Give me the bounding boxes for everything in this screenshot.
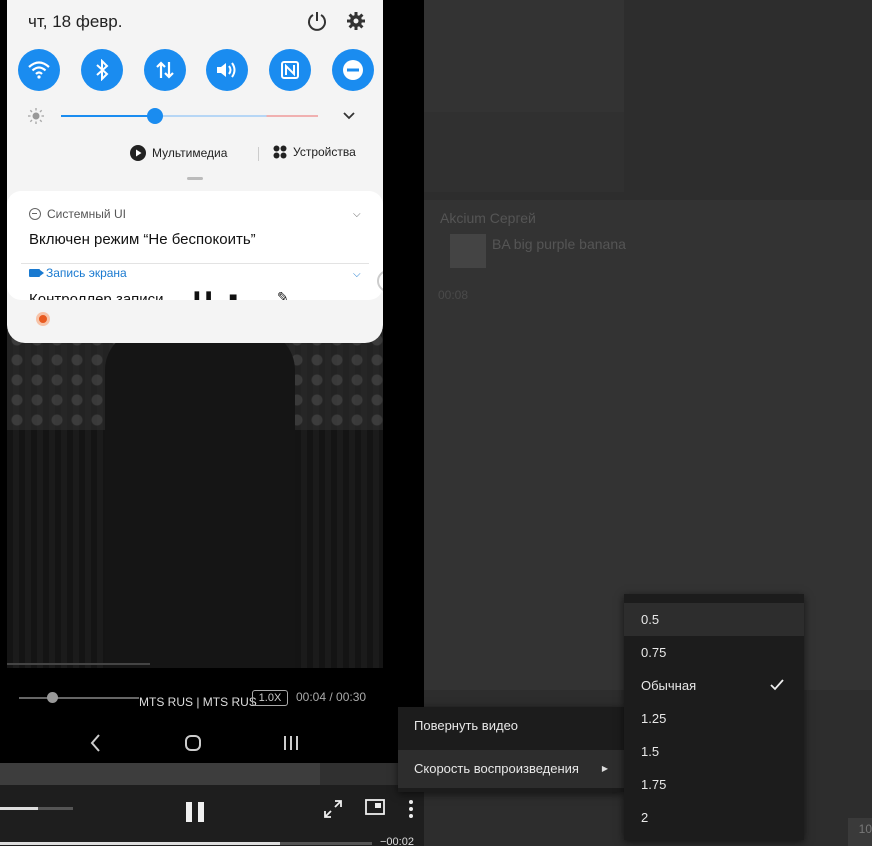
volume-icon [217, 62, 236, 78]
phone-seek-thumb[interactable] [47, 692, 58, 703]
player-strip [0, 763, 424, 785]
quick-settings [18, 49, 374, 91]
brightness-control [28, 106, 368, 126]
speed-option-label: 2 [641, 810, 649, 825]
speed-option[interactable]: 1.5 [624, 735, 804, 768]
speed-option-label: 1.25 [641, 711, 667, 726]
notification-header: Системный UI [29, 207, 126, 221]
speed-option[interactable]: 0.75 [624, 636, 804, 669]
playback-speed-item[interactable]: Скорость воспроизведения ▶ [398, 750, 624, 788]
data-transfer-icon [155, 61, 174, 79]
back-icon[interactable] [86, 733, 106, 753]
rotate-video-item[interactable]: Повернуть видео [398, 707, 624, 745]
check-icon [770, 679, 784, 691]
recorder-stop-icon[interactable]: ■ [229, 289, 237, 300]
notification-shade: чт, 18 февр. Мультимедиа Устройства Сист… [7, 0, 383, 343]
screen: Akcium Сергей BA big purple banana 00:08… [0, 0, 872, 846]
background-card [424, 0, 624, 112]
recorder-pause-icon[interactable]: ❚❚ [191, 289, 214, 300]
time-label: 00:04 / 00:30 [296, 690, 367, 704]
do-not-disturb-icon [342, 60, 363, 80]
brightness-slider-thumb[interactable] [147, 108, 163, 124]
speed-option[interactable]: 2 [624, 801, 804, 834]
minus-circle-icon [29, 208, 41, 220]
devices-label: Устройства [293, 145, 356, 159]
mobile-data-toggle[interactable] [143, 49, 186, 91]
media-label: Мультимедиа [152, 146, 228, 160]
phone-seek-track[interactable] [19, 697, 139, 699]
video-frame-line [7, 663, 150, 665]
context-menu: Повернуть видео Скорость воспроизведения… [398, 707, 624, 792]
volume-fill [0, 807, 38, 810]
speed-option-label: 1.5 [641, 744, 660, 759]
wifi-toggle[interactable] [18, 49, 60, 91]
home-icon[interactable] [183, 733, 203, 753]
background-thumbnail [450, 234, 486, 268]
speed-option[interactable]: 0.5 [624, 603, 804, 636]
speed-option[interactable]: 1.75 [624, 768, 804, 801]
recorder-draw-icon[interactable]: ✎ [277, 289, 289, 300]
notification-app: Запись экрана [46, 266, 127, 280]
rotate-video-label: Повернуть видео [414, 718, 519, 733]
seek-bar-fill [0, 842, 280, 845]
devices-grid-icon [273, 145, 287, 159]
divider [21, 263, 369, 264]
carrier-label: MTS RUS | MTS RUS [139, 695, 257, 709]
media-button[interactable]: Мультимедиа [130, 145, 227, 161]
wifi-icon [28, 61, 50, 79]
chevron-down-icon[interactable] [342, 110, 356, 122]
nfc-toggle[interactable] [269, 49, 312, 91]
video-player[interactable]: чт, 18 февр. Мультимедиа Устройства Сист… [0, 0, 424, 846]
playback-speed-label: Скорость воспроизведения [414, 761, 579, 776]
bluetooth-toggle[interactable] [80, 49, 123, 91]
fullscreen-icon[interactable] [324, 800, 342, 818]
chevron-down-icon[interactable]: ⌵ [353, 269, 361, 280]
brightness-icon [28, 108, 44, 124]
speed-submenu: 0.5 0.75 Обычная 1.25 1.5 1.75 2 [624, 594, 804, 840]
play-circle-icon [130, 145, 146, 161]
pause-icon[interactable] [184, 801, 206, 823]
submenu-arrow-icon: ▶ [601, 764, 608, 773]
video-frame-figure [105, 330, 295, 668]
time-remaining: −00:02 [380, 836, 414, 846]
notification-app: Системный UI [47, 207, 126, 221]
bluetooth-icon [96, 59, 109, 81]
gear-icon[interactable] [345, 10, 367, 32]
notification-text: Контроллер записи [29, 291, 164, 300]
notification-card[interactable]: Системный UI ⌵ Включен режим “Не беспоко… [7, 191, 383, 300]
background-track-title: BA big purple banana [492, 236, 626, 252]
brightness-slider[interactable] [61, 115, 318, 117]
speed-option-label: 0.5 [641, 612, 660, 627]
do-not-disturb-toggle[interactable] [331, 49, 374, 91]
background-duration: 00:08 [438, 288, 469, 302]
sound-toggle[interactable] [206, 49, 249, 91]
camera-icon [29, 269, 44, 277]
notification-header: Запись экрана [29, 266, 127, 280]
notification-text: Включен режим “Не беспокоить” [29, 231, 256, 248]
shade-date: чт, 18 февр. [28, 12, 123, 31]
background-page-number: 10 [858, 822, 872, 836]
speed-option[interactable]: 1.25 [624, 702, 804, 735]
player-controls: −00:02 [0, 785, 424, 846]
speed-option-label: 0.75 [641, 645, 667, 660]
nfc-icon [281, 61, 300, 79]
speed-badge[interactable]: 1.0X [252, 690, 288, 706]
speed-option-selected[interactable]: Обычная [624, 669, 804, 702]
picture-in-picture-icon[interactable] [365, 799, 385, 817]
screen-recorder-icon [36, 312, 50, 326]
recent-apps-icon[interactable] [281, 733, 301, 753]
background-card [424, 112, 624, 192]
power-icon[interactable] [306, 10, 328, 32]
shade-handle[interactable] [187, 177, 203, 180]
devices-button[interactable]: Устройства [273, 145, 356, 159]
divider [258, 147, 259, 161]
chevron-down-icon[interactable]: ⌵ [353, 209, 361, 220]
speed-option-label: Обычная [641, 678, 697, 693]
more-options-icon[interactable] [407, 799, 415, 819]
speed-option-label: 1.75 [641, 777, 667, 792]
background-sender: Akcium Сергей [440, 210, 536, 226]
